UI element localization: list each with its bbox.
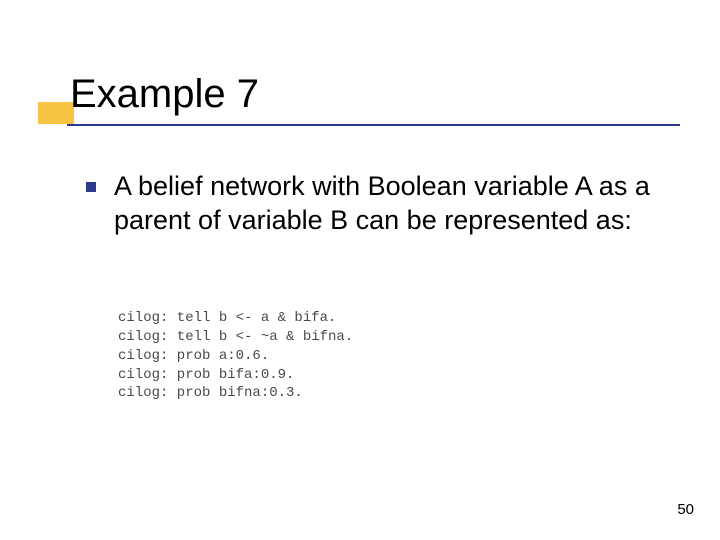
square-bullet-icon bbox=[86, 182, 96, 192]
code-line: cilog: tell b <- a & bifa. bbox=[118, 310, 336, 326]
title-accent-box bbox=[38, 102, 74, 124]
code-line: cilog: tell b <- ~a & bifna. bbox=[118, 329, 353, 345]
code-block: cilog: tell b <- a & bifa. cilog: tell b… bbox=[118, 290, 353, 403]
code-line: cilog: prob bifa:0.9. bbox=[118, 367, 294, 383]
code-line: cilog: prob a:0.6. bbox=[118, 348, 269, 364]
body-area: A belief network with Boolean variable A… bbox=[86, 170, 660, 238]
bullet-text: A belief network with Boolean variable A… bbox=[114, 170, 660, 238]
code-line: cilog: prob bifna:0.3. bbox=[118, 385, 303, 401]
slide-title: Example 7 bbox=[70, 72, 680, 116]
title-area: Example 7 bbox=[38, 72, 680, 116]
bullet-item: A belief network with Boolean variable A… bbox=[86, 170, 660, 238]
page-number: 50 bbox=[677, 501, 694, 518]
title-underline bbox=[67, 124, 680, 126]
